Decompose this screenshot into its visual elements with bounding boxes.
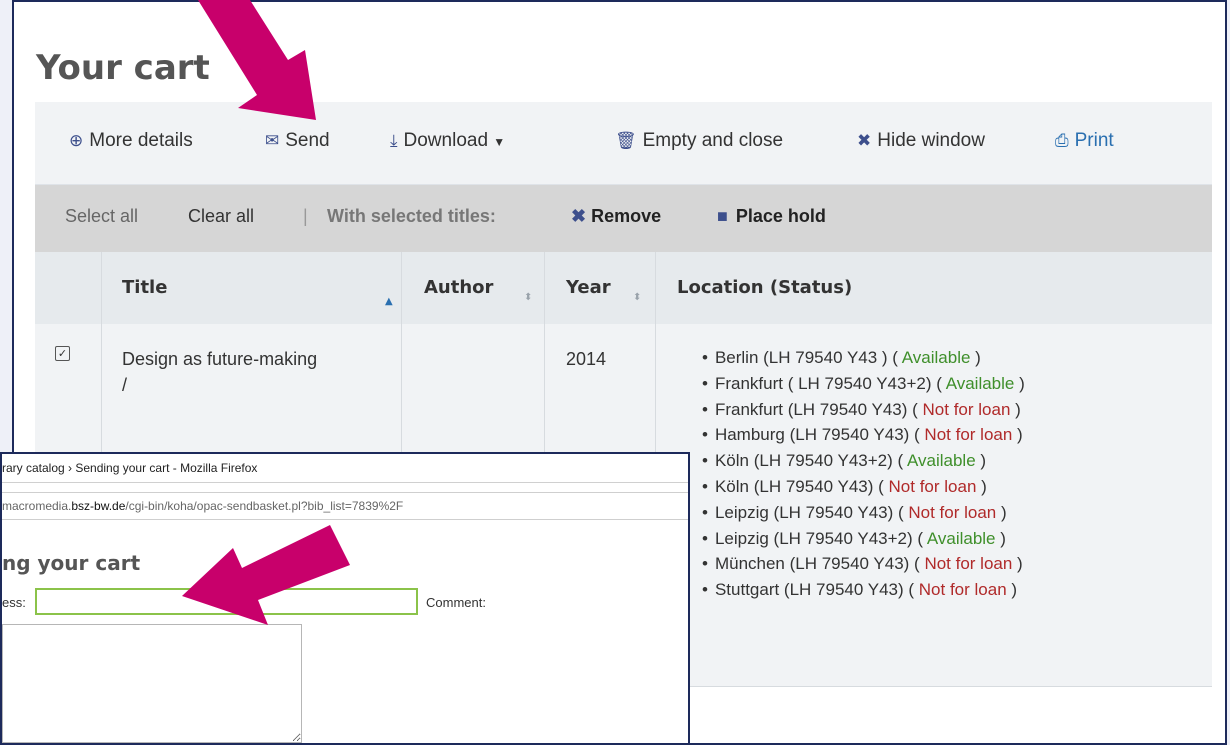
arrow-email [182, 525, 350, 625]
annotation-arrows [182, 0, 350, 625]
arrow-send [198, 0, 316, 120]
